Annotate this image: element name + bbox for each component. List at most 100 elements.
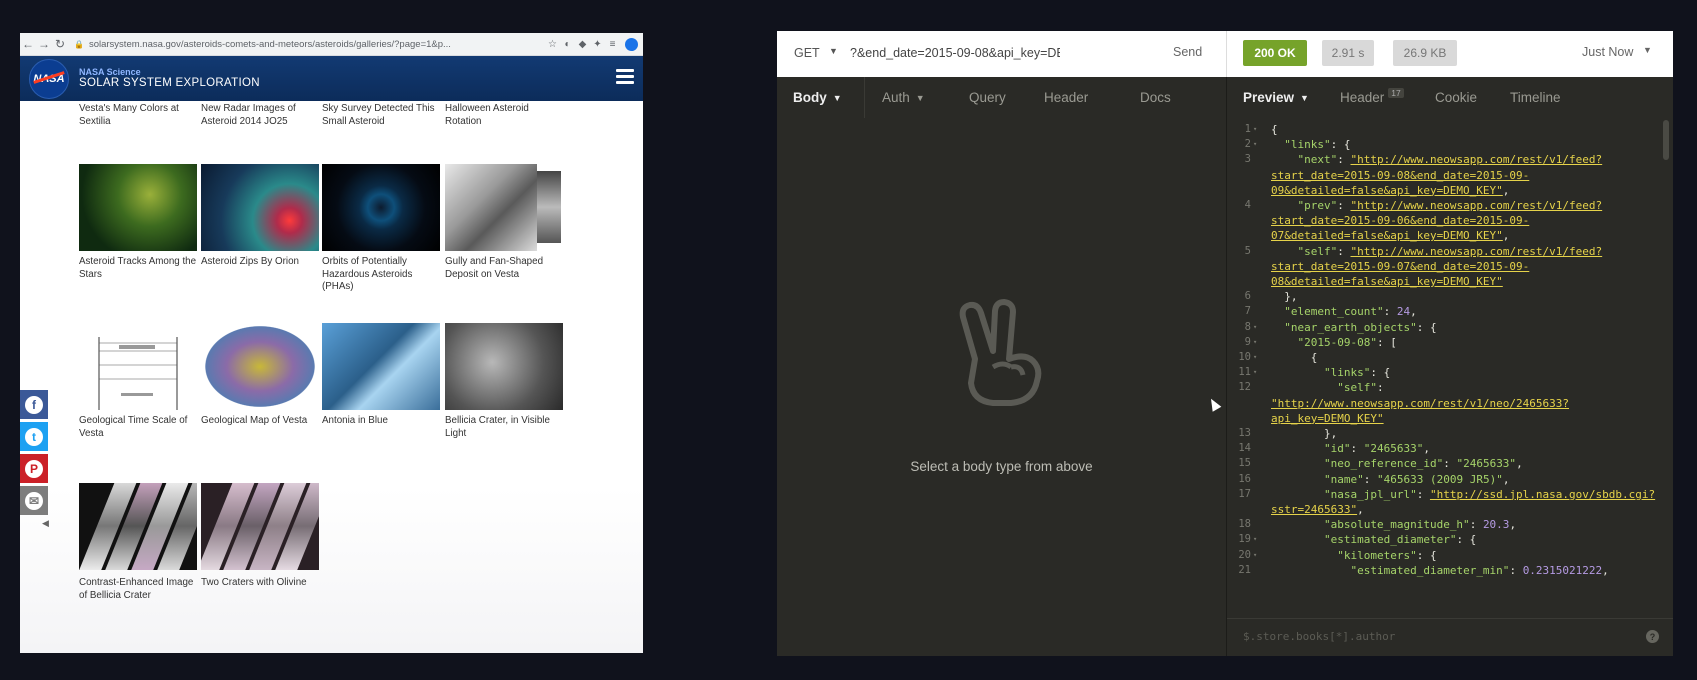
gallery-thumbnail[interactable] [79, 483, 197, 570]
json-line: "http://www.neowsapp.com/rest/v1/neo/246… [1227, 397, 1673, 413]
gallery-caption[interactable]: Bellicia Crater, in Visible Light [445, 415, 565, 440]
jsonpath-filter-input[interactable]: $.store.books[*].author [1243, 630, 1395, 643]
json-code: "kilometers": { [1337, 548, 1437, 562]
gallery-thumbnail[interactable] [201, 323, 319, 410]
method-select[interactable]: GET [794, 46, 820, 60]
send-button[interactable]: Send [1173, 45, 1202, 59]
browser-window: ← → ↻ 🔒 solarsystem.nasa.gov/asteroids-c… [20, 33, 643, 653]
response-preview: 1 ▾{2 ▾ "links": {3 "next": "http://www.ne… [1227, 118, 1673, 618]
gallery-caption[interactable]: Geological Map of Vesta [201, 415, 321, 428]
puzzle-icon[interactable]: ✦ [590, 39, 605, 50]
api-client-window: GET ▼ ?&end_date=2015-09-08&api_key=DEMO… [777, 31, 1673, 656]
line-number: 3 [1244, 153, 1251, 166]
gallery-thumbnail[interactable] [79, 323, 197, 410]
fold-toggle-icon[interactable]: ▾ [1253, 368, 1257, 376]
nasa-logo[interactable]: NASA [29, 58, 69, 99]
json-line: 4 "prev": "http://www.neowsapp.com/rest/… [1227, 199, 1673, 215]
tab-auth[interactable]: Auth ▼ [882, 77, 925, 118]
json-code: "nasa_jpl_url": "http://ssd.jpl.nasa.gov… [1323, 487, 1656, 501]
star-icon[interactable]: ☆ [545, 39, 560, 50]
fold-toggle-icon[interactable]: ▾ [1253, 338, 1257, 346]
gallery-caption[interactable]: Sky Survey Detected This Small Asteroid [322, 103, 442, 128]
back-arrow-icon[interactable]: ← [20, 37, 36, 51]
forward-arrow-icon[interactable]: → [36, 37, 52, 51]
gallery-caption[interactable]: Two Craters with Olivine [201, 577, 321, 590]
gallery-thumbnail[interactable] [445, 164, 537, 251]
fold-toggle-icon[interactable]: ▾ [1253, 125, 1257, 133]
json-line: 08&detailed=false&api_key=DEMO_KEY" [1227, 275, 1673, 291]
site-kicker[interactable]: NASA Science [79, 67, 260, 77]
gallery-caption[interactable]: Asteroid Tracks Among the Stars [79, 256, 199, 281]
gallery-thumbnail[interactable] [322, 164, 440, 251]
caret-down-icon: ▼ [1300, 92, 1309, 103]
tab-docs[interactable]: Docs [1140, 77, 1171, 118]
fold-toggle-icon[interactable]: ▾ [1253, 323, 1257, 331]
facebook-share-button[interactable]: f [20, 390, 48, 419]
menu-icon[interactable] [616, 69, 634, 87]
url-input[interactable]: ?&end_date=2015-09-08&api_key=DEMO_KEY [850, 46, 1060, 60]
gallery-caption[interactable]: Antonia in Blue [322, 415, 442, 428]
history-dropdown[interactable]: Just Now [1582, 45, 1633, 59]
fold-toggle-icon[interactable]: ▾ [1253, 535, 1257, 543]
line-number: 13 [1238, 427, 1251, 439]
size-badge: 26.9 KB [1393, 40, 1457, 66]
extension-icon[interactable]: ◆ [575, 39, 590, 50]
json-code: "estimated_diameter": { [1323, 533, 1477, 547]
peace-hand-icon [959, 299, 1042, 406]
json-line: 07&detailed=false&api_key=DEMO_KEY", [1227, 229, 1673, 245]
extension-icon[interactable]: ◐ [560, 39, 575, 50]
fold-toggle-icon[interactable]: ▾ [1253, 353, 1257, 361]
caret-down-icon: ▼ [915, 92, 925, 103]
gallery-thumbnail[interactable] [79, 164, 197, 251]
gallery-caption[interactable]: Contrast-Enhanced Image of Bellicia Crat… [79, 577, 199, 602]
twitter-share-button[interactable]: t [20, 422, 48, 451]
header-count-badge: 17 [1388, 87, 1404, 98]
json-line: 5 "self": "http://www.neowsapp.com/rest/… [1227, 245, 1673, 261]
json-line: 2 ▾ "links": { [1227, 138, 1673, 154]
divider [1226, 31, 1227, 77]
gallery-caption[interactable]: Gully and Fan-Shaped Deposit on Vesta [445, 256, 565, 281]
gallery-thumbnail[interactable] [445, 323, 563, 410]
tab-body[interactable]: Body ▼ [793, 77, 842, 118]
fold-toggle-icon[interactable]: ▾ [1253, 551, 1257, 559]
tab-preview[interactable]: Preview ▼ [1243, 77, 1309, 118]
gallery-thumbnail[interactable] [201, 164, 319, 251]
line-number: 20 [1238, 548, 1251, 561]
json-line: 17 "nasa_jpl_url": "http://ssd.jpl.nasa.… [1227, 488, 1673, 504]
address-bar[interactable]: 🔒 solarsystem.nasa.gov/asteroids-comets-… [74, 36, 537, 52]
json-code: "self": "http://www.neowsapp.com/rest/v1… [1297, 244, 1603, 258]
gallery-caption[interactable]: New Radar Images of Asteroid 2014 JO25 [201, 103, 321, 128]
pinterest-share-button[interactable]: P [20, 454, 48, 483]
reload-icon[interactable]: ↻ [52, 37, 68, 51]
scrollbar[interactable] [1663, 120, 1669, 160]
tab-query[interactable]: Query [969, 77, 1006, 118]
gallery-caption[interactable]: Asteroid Zips By Orion [201, 256, 321, 269]
tab-timeline[interactable]: Timeline [1510, 77, 1561, 118]
gallery-caption[interactable]: Orbits of Potentially Hazardous Asteroid… [322, 256, 442, 294]
gallery-thumbnail[interactable] [322, 323, 440, 410]
gallery-caption[interactable]: Geological Time Scale of Vesta [79, 415, 199, 440]
avatar[interactable] [625, 37, 638, 51]
media-icon[interactable]: ≡ [605, 39, 620, 50]
email-share-button[interactable]: ✉ [20, 486, 48, 515]
email-icon: ✉ [25, 491, 43, 510]
json-code: "http://www.neowsapp.com/rest/v1/neo/246… [1271, 396, 1570, 410]
gallery-caption[interactable]: Halloween Asteroid Rotation [445, 103, 565, 128]
gallery-caption[interactable]: Vesta's Many Colors at Sextilia [79, 103, 199, 128]
site-title[interactable]: SOLAR SYSTEM EXPLORATION [79, 77, 260, 90]
line-number: 16 [1238, 472, 1251, 485]
collapse-arrow-icon[interactable]: ◀ [42, 518, 49, 529]
caret-down-icon[interactable]: ▼ [829, 46, 838, 56]
fold-toggle-icon[interactable]: ▾ [1253, 140, 1257, 148]
help-icon[interactable]: ? [1646, 630, 1659, 643]
json-code: "estimated_diameter_min": 0.2315021222, [1350, 563, 1609, 577]
caret-down-icon[interactable]: ▼ [1643, 45, 1652, 55]
gallery-grid: Vesta's Many Colors at Sextilia New Rada… [20, 101, 643, 653]
gallery-thumbnail[interactable] [201, 483, 319, 570]
request-tabs: Body ▼ Auth ▼ Query Header Docs [777, 77, 1226, 119]
tab-label: Preview [1243, 90, 1295, 105]
tab-cookie[interactable]: Cookie [1435, 77, 1477, 118]
json-code: 07&detailed=false&api_key=DEMO_KEY", [1271, 229, 1510, 243]
tab-response-header[interactable]: Header 17 [1340, 77, 1404, 118]
tab-header[interactable]: Header [1044, 77, 1088, 118]
